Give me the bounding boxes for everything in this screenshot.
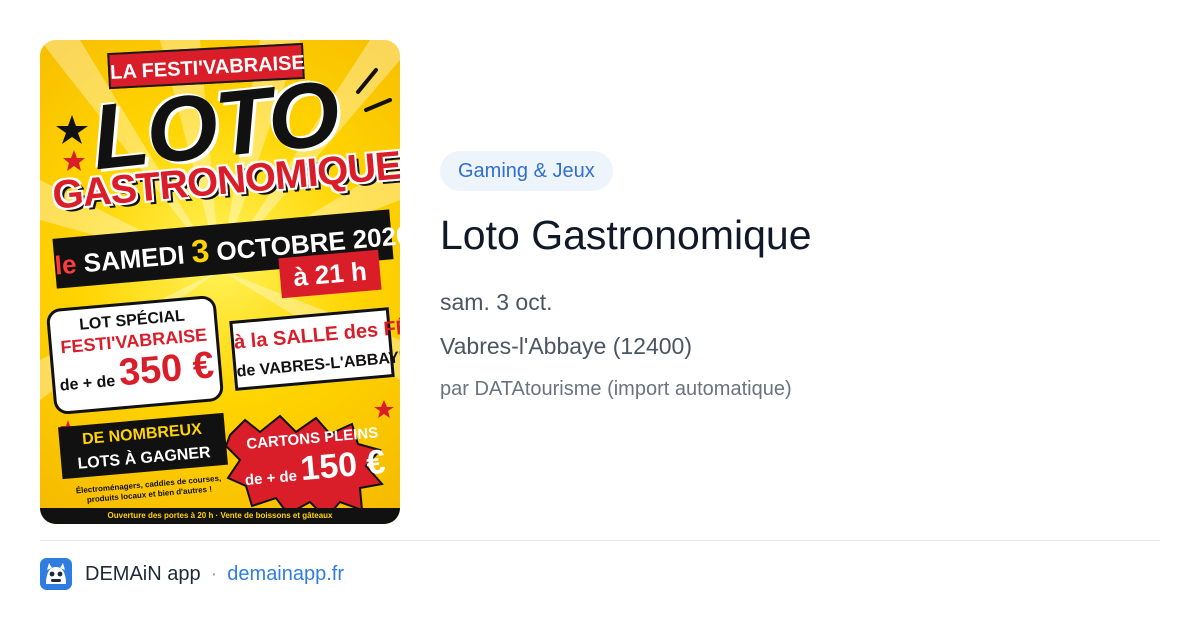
footer: DEMAiN app · demainapp.fr: [40, 558, 344, 590]
poster-venue: à la SALLE des FÊTES de VABRES-L'ABBAYE: [229, 307, 400, 391]
share-card: LA FESTI'VABRAISE LOTO GASTRONOMIQUE le …: [0, 0, 1200, 630]
star-icon: [56, 115, 88, 144]
poster-cartons: CARTONS PLEINS de + de 150 €: [233, 409, 396, 506]
lot-special-prefix: de + de: [59, 372, 116, 395]
app-logo-icon[interactable]: [40, 558, 72, 590]
star-icon: [63, 150, 85, 171]
poster-date-num: 3: [189, 232, 211, 270]
footer-separator: ·: [210, 562, 218, 585]
poster-date-prefix: le: [53, 248, 78, 281]
event-poster-image[interactable]: LA FESTI'VABRAISE LOTO GASTRONOMIQUE le …: [40, 40, 400, 524]
lot-special-amount: 350 €: [117, 344, 216, 395]
event-source: par DATAtourisme (import automatique): [440, 378, 792, 400]
poster-date-day: SAMEDI: [82, 239, 186, 279]
event-location: Vabres-l'Abbaye (12400): [440, 333, 693, 359]
poster-bottom-band: Ouverture des portes à 20 h · Vente de b…: [40, 508, 400, 524]
event-date: sam. 3 oct.: [440, 289, 553, 315]
poster-cartons-prefix: de + de: [244, 467, 298, 490]
event-title: Loto Gastronomique: [440, 212, 812, 258]
poster-lot-special: LOT SPÉCIAL FESTI'VABRAISE de + de 350 €: [45, 294, 225, 416]
poster-cartons-amount: 150 €: [298, 442, 387, 489]
app-domain-link[interactable]: demainapp.fr: [227, 563, 344, 586]
footer-divider: [40, 540, 1160, 541]
app-name: DEMAiN app: [85, 562, 201, 585]
category-badge[interactable]: Gaming & Jeux: [440, 151, 613, 191]
